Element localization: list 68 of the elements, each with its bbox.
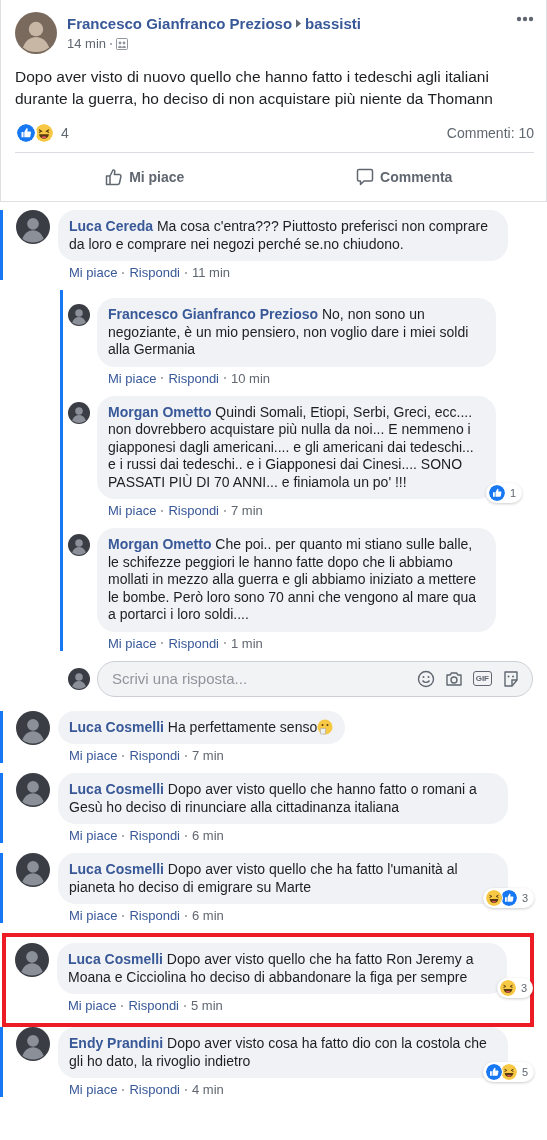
author-name[interactable]: Francesco Gianfranco Prezioso: [67, 15, 293, 32]
avatar[interactable]: [16, 853, 50, 887]
like-link[interactable]: Mi piace: [68, 998, 117, 1013]
like-link[interactable]: Mi piace: [69, 748, 118, 763]
comment-time[interactable]: 7 min: [231, 503, 263, 518]
reaction-badge[interactable]: 3: [496, 978, 533, 998]
comment-text: Luca Cosmelli Dopo aver visto quello che ha fatto Ron Jeremy a Moana e Cicciolina ho deciso di abbandonare la figa per sempre: [68, 951, 475, 986]
comment-count[interactable]: Commenti: 10: [446, 125, 534, 141]
comment-text: Luca Cosmelli Ha perfettamente senso: [69, 718, 334, 736]
smiley-icon[interactable]: [416, 669, 435, 688]
avatar[interactable]: [16, 773, 50, 807]
comment-time[interactable]: 10 min: [231, 370, 271, 386]
like-link[interactable]: Mi piace: [69, 1082, 118, 1097]
avatar[interactable]: [68, 667, 90, 690]
reply-link[interactable]: Rispondi: [168, 503, 219, 518]
avatar[interactable]: [16, 1027, 50, 1061]
reaction-badge[interactable]: 1: [485, 483, 522, 503]
avatar[interactable]: [68, 304, 90, 326]
reaction-badge[interactable]: 5: [482, 1062, 534, 1082]
reply-link[interactable]: Rispondi: [129, 1082, 180, 1097]
group-name[interactable]: bassisti: [305, 15, 361, 32]
comment-text: Francesco Gianfranco Prezioso No, non sono un negoziante, è un mio pensiero, non voglio dare i miei soldi alla Germania: [108, 306, 470, 359]
comment-time[interactable]: 6 min: [192, 908, 224, 923]
reply-link[interactable]: Rispondi: [168, 370, 219, 386]
reply-link[interactable]: Rispondi: [129, 748, 180, 763]
comment-time[interactable]: 1 min: [231, 635, 263, 651]
more-options-icon[interactable]: [516, 16, 534, 22]
speech-bubble-icon: [356, 168, 375, 186]
reply-link[interactable]: Rispondi: [129, 908, 180, 923]
post-text: Dopo aver visto di nuovo quello che hanno fatto i tedeschi agli italiani durante la guerra, ho deciso di non acquistare più niente da Thomann: [15, 67, 494, 109]
comment-time[interactable]: 6 min: [192, 828, 224, 843]
avatar[interactable]: [16, 710, 50, 745]
comment-text: Luca Cereda Ma cosa c'entra??? Piuttosto preferisci non comprare da loro e comprare nei negozi perché se.no chiudono.: [69, 218, 489, 253]
comment-time[interactable]: 11 min: [192, 265, 231, 280]
like-link[interactable]: Mi piace: [108, 503, 157, 518]
reaction-count[interactable]: 4: [61, 125, 69, 141]
like-link[interactable]: Mi piace: [69, 908, 118, 923]
camera-icon[interactable]: [444, 669, 463, 688]
comment-time[interactable]: 5 min: [191, 998, 223, 1013]
reply-link[interactable]: Rispondi: [128, 998, 179, 1013]
comment-text: Morgan Ometto Quindi Somali, Etiopi, Serbi, Greci, ecc.... non dovrebbero acquistare più nulla da noi... E nemmeno i giapponesi dagli americani.... e gli americani dai tedeschi... e i russi dai tedeschi.. e i Giapponesi dai Cinesi.... SONO PASSATI PIÙ DI 70 ANNI... e finiamola un po' !!!: [108, 403, 475, 491]
reply-input-field[interactable]: Scrivi una risposta... GIF: [97, 660, 533, 697]
reply-link[interactable]: Rispondi: [168, 635, 219, 651]
reaction-badge[interactable]: 3: [482, 888, 534, 908]
like-button[interactable]: Mi piace: [15, 157, 275, 197]
comment-text: Luca Cosmelli Dopo aver visto quello che ha fatto l'umanità al pianeta ho deciso di emigrare su Marte: [69, 861, 459, 896]
comment-text: Morgan Ometto Che poi.. per quanto mi stiano sulle balle, le schifezze peggiori le hanno fatte dopo che li abbiamo mollati in mezzo alla guerra e gli abbiamo iniziato a mettere le bombe. Però loro sono 70 anni che vengono al mare qua a portarci i loro soldi....: [108, 536, 478, 624]
reply-link[interactable]: Rispondi: [129, 265, 180, 280]
thumbs-up-icon: [105, 168, 124, 186]
avatar[interactable]: [15, 943, 49, 977]
avatar[interactable]: [68, 401, 90, 424]
like-link[interactable]: Mi piace: [69, 265, 118, 280]
comment-button[interactable]: Commenta: [274, 157, 534, 197]
avatar[interactable]: [15, 12, 57, 54]
avatar[interactable]: [16, 210, 50, 244]
like-link[interactable]: Mi piace: [108, 635, 157, 651]
post-time[interactable]: 14 min: [67, 36, 107, 51]
comment-time[interactable]: 7 min: [192, 748, 224, 763]
like-link[interactable]: Mi piace: [108, 370, 157, 386]
avatar[interactable]: [68, 534, 90, 556]
gif-button[interactable]: GIF: [472, 671, 492, 686]
sticker-icon[interactable]: [502, 669, 520, 688]
caret-icon: [296, 19, 302, 28]
comment-time[interactable]: 4 min: [192, 1082, 224, 1097]
reply-link[interactable]: Rispondi: [129, 828, 180, 843]
like-link[interactable]: Mi piace: [69, 828, 118, 843]
comment-text: Luca Cosmelli Dopo aver visto quello che hanno fatto o romani a Gesù ho deciso di rinunciare alla cittadinanza italiana: [69, 781, 478, 816]
group-icon: [116, 37, 129, 50]
